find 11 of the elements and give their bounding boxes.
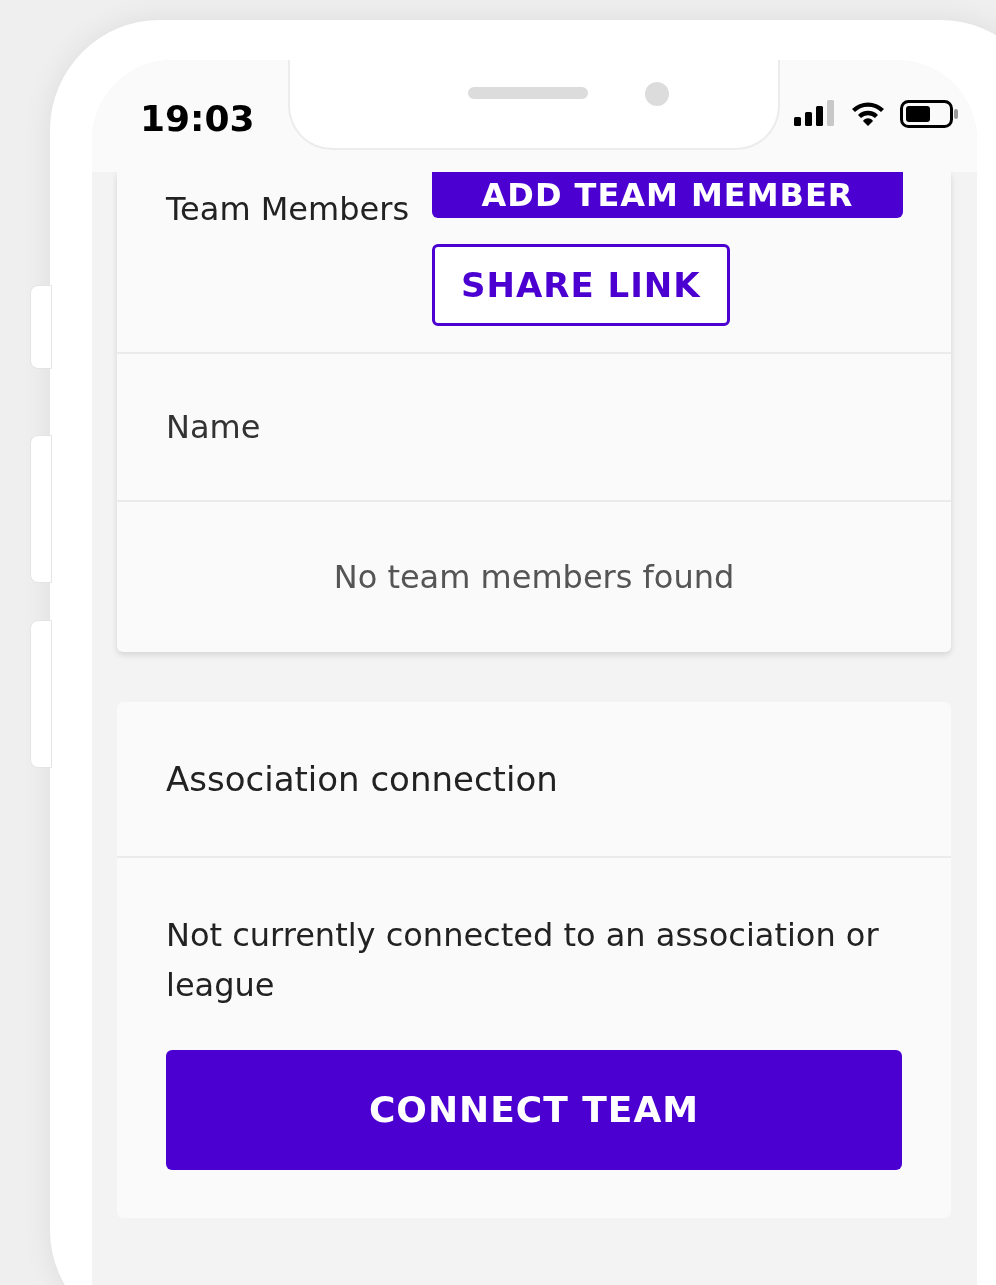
share-link-button[interactable]: SHARE LINK — [432, 244, 730, 326]
section-title: Association connection — [117, 702, 951, 858]
add-member-button[interactable]: ADD TEAM MEMBER — [432, 172, 903, 218]
wifi-icon — [850, 100, 886, 126]
section-title: Team Members — [166, 189, 411, 230]
connection-message: Not currently connected to an association or league — [166, 915, 880, 1006]
connect-team-button[interactable]: CONNECT TEAM — [166, 1050, 902, 1170]
status-time: 19:03 — [140, 97, 255, 141]
column-header: Name — [166, 407, 261, 448]
empty-message: No team members found — [332, 557, 736, 598]
battery-icon — [900, 100, 960, 128]
